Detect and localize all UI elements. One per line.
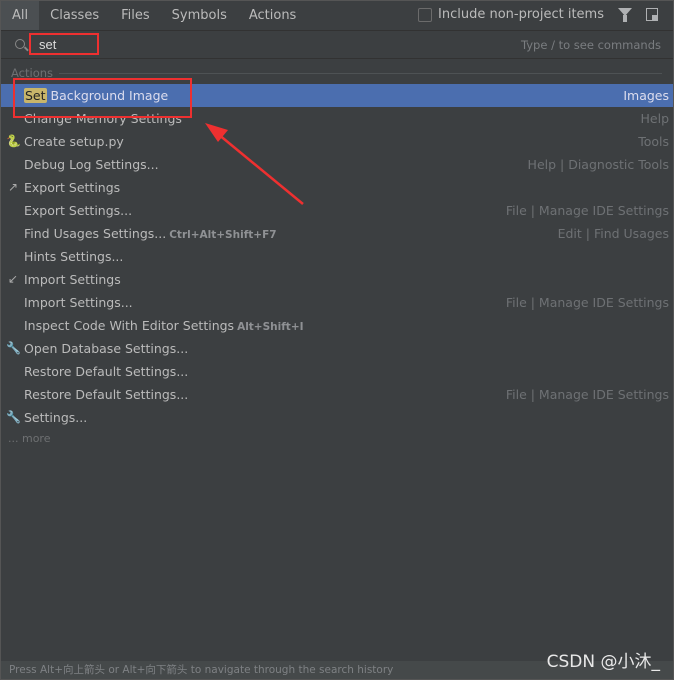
annotation-arrow: [205, 123, 304, 205]
